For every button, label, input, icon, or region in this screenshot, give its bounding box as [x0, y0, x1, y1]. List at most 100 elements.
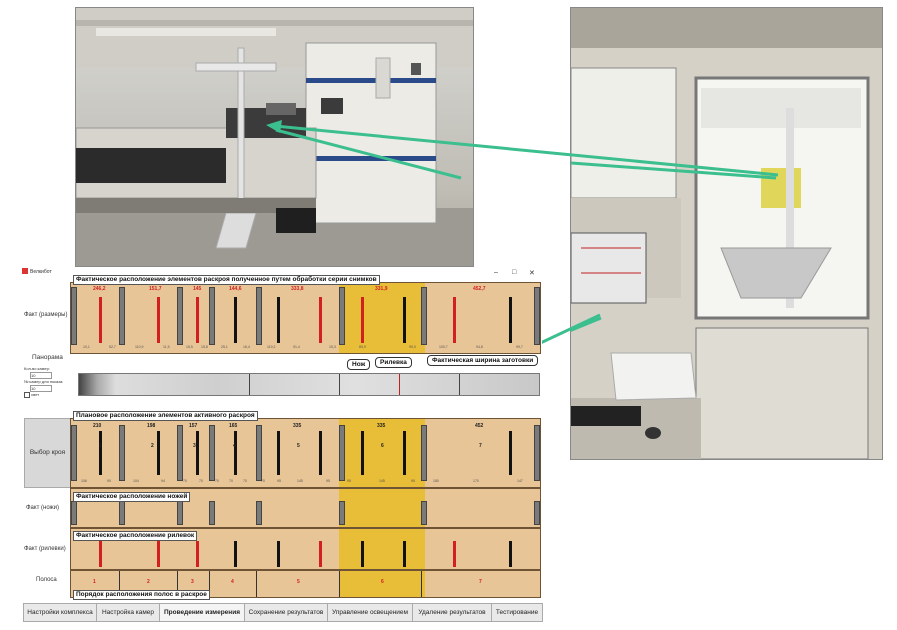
plan-sub-value: 94 — [161, 479, 165, 483]
panel3-title: Фактическое расположение ножей — [73, 492, 191, 502]
knife-mark — [421, 287, 427, 345]
close-icon[interactable]: ✕ — [529, 269, 535, 277]
checkbox-icon[interactable] — [24, 392, 30, 398]
strip-number: 3 — [193, 443, 196, 449]
panel-plan: 210 198 157 165 335 335 452 1 2 3 4 5 6 … — [70, 418, 541, 488]
knife-mark — [339, 287, 345, 345]
minimize-icon[interactable]: – — [494, 269, 498, 276]
width-label: 144,6 — [229, 286, 242, 292]
scorer-black — [509, 541, 512, 567]
sub-value: 11,5 — [163, 345, 170, 349]
scorer-red — [157, 541, 160, 567]
scorer-black — [361, 541, 364, 567]
cam-count-label: Кол-во камер: — [24, 366, 50, 371]
scorer-red — [196, 297, 199, 343]
knife-mark — [209, 501, 215, 525]
app-icon — [22, 268, 28, 274]
sub-value: 99,7 — [516, 345, 523, 349]
tab-complex-settings[interactable]: Настройки комплекса — [23, 603, 97, 622]
knife-mark — [534, 501, 540, 525]
strip-order-number: 1 — [93, 579, 96, 585]
sub-value: 91,4 — [293, 345, 300, 349]
scorer-red — [99, 297, 102, 343]
knife-mark — [209, 287, 215, 345]
plan-sub-value: 70 — [183, 479, 187, 483]
strip-order-number: 4 — [231, 579, 234, 585]
plan-width: 165 — [229, 423, 238, 429]
cam-count-input[interactable]: 10 — [30, 372, 52, 379]
scorer-red — [319, 297, 322, 343]
plan-sub-value: 70 — [261, 479, 265, 483]
scorer-black — [234, 541, 237, 567]
light-checkbox[interactable]: свет — [24, 392, 39, 398]
plan-width: 210 — [93, 423, 102, 429]
knife-mark — [339, 501, 345, 525]
strip-number: 7 — [479, 443, 482, 449]
cam-num-input[interactable]: 10 — [30, 385, 52, 392]
highlight-blank — [339, 283, 425, 353]
knife-mark — [256, 287, 262, 345]
width-label: 151,7 — [149, 286, 162, 292]
arrow-head-camera — [266, 120, 282, 133]
scorer-red — [99, 541, 102, 567]
knife-mark — [119, 425, 125, 481]
plan-sub-value: 180 — [433, 479, 439, 483]
knife-mark — [421, 501, 427, 525]
sub-value: 110,9 — [135, 345, 144, 349]
knife-mark — [71, 425, 77, 481]
width-label: 246,2 — [93, 286, 106, 292]
tab-delete-results[interactable]: Удаление результатов — [412, 603, 492, 622]
panel-fact-sizes: 246,2 151,7 145 144,6 333,8 331,9 452,7 … — [70, 282, 541, 354]
panel5-footer-title: Порядок расположения полос в раскрое — [73, 590, 210, 600]
knife-mark — [177, 287, 183, 345]
knife-mark — [177, 425, 183, 481]
strip-order-number: 6 — [381, 579, 384, 585]
panel4-title: Фактическое расположение рилевок — [73, 531, 198, 541]
plan-sub-value: 170 — [473, 479, 479, 483]
scorer-red — [453, 297, 456, 343]
row-label-fact-scorers: Факт (рилевки) — [24, 546, 66, 552]
knife-mark — [339, 425, 345, 481]
window-title: Велкибот — [30, 269, 52, 275]
plan-width: 335 — [377, 423, 386, 429]
panel1-title: Фактическое расположение элементов раскр… — [73, 275, 380, 285]
scorer-black — [403, 541, 406, 567]
sub-value: 15,8 — [201, 345, 208, 349]
knife-mark — [256, 501, 262, 525]
knife-mark — [534, 287, 540, 345]
plan-width: 335 — [293, 423, 302, 429]
plan-sub-value: 145 — [379, 479, 385, 483]
select-cut-button[interactable]: Выбор кроя — [24, 418, 71, 488]
plan-width: 452 — [475, 423, 484, 429]
plan-sub-value: 70 — [215, 479, 219, 483]
tab-testing[interactable]: Тестирование — [491, 603, 543, 622]
tab-save-results[interactable]: Сохранение результатов — [244, 603, 328, 622]
plan-sub-value: 95 — [277, 479, 281, 483]
width-label: 145 — [193, 286, 202, 292]
tab-measurement[interactable]: Проведение измерения — [159, 603, 245, 622]
scorer-black — [99, 431, 102, 475]
plan-sub-value: 95 — [347, 479, 351, 483]
highlight-blank — [339, 529, 425, 569]
width-label: 333,8 — [291, 286, 304, 292]
sub-value: 94,8 — [476, 345, 483, 349]
knife-mark — [421, 425, 427, 481]
maximize-icon[interactable]: □ — [512, 269, 516, 276]
light-label: свет — [31, 392, 40, 398]
sub-value: 99,0 — [409, 345, 416, 349]
tab-lighting[interactable]: Управление освещением — [327, 603, 413, 622]
scorer-red — [196, 541, 199, 567]
plan-sub-value: 90 — [107, 479, 111, 483]
scorer-black — [277, 541, 280, 567]
tab-camera-settings[interactable]: Настройка камер — [96, 603, 160, 622]
strip-order-number: 2 — [147, 579, 150, 585]
plan-sub-value: 70 — [243, 479, 247, 483]
scorer-black — [361, 431, 364, 475]
highlight-blank — [339, 489, 425, 527]
cam-num-label: № камер для показа: — [24, 379, 64, 384]
scorer-black — [277, 431, 280, 475]
knife-mark — [71, 501, 77, 525]
plan-sub-value: 95 — [326, 479, 330, 483]
plan-width: 157 — [189, 423, 198, 429]
sub-value: 52,7 — [109, 345, 116, 349]
